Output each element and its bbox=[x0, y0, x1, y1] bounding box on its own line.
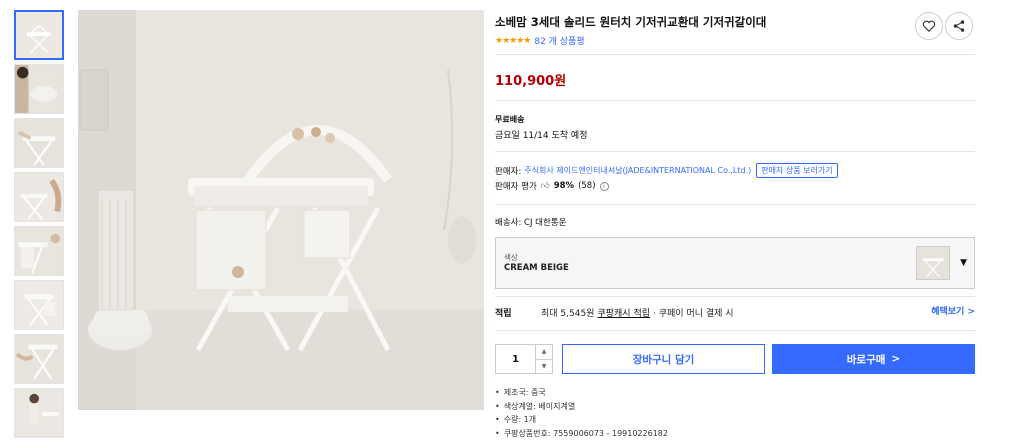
buy-now-label: 바로구매 bbox=[846, 353, 886, 366]
wishlist-button[interactable] bbox=[915, 12, 943, 40]
coupang-cash-link[interactable]: 쿠팡캐시 적립 bbox=[597, 306, 650, 319]
quantity-increase-button[interactable]: ▲ bbox=[536, 345, 552, 359]
list-item: 수량: 1개 bbox=[495, 413, 668, 427]
share-icon bbox=[953, 20, 965, 32]
thumbnail-1[interactable] bbox=[14, 10, 64, 60]
main-product-image bbox=[78, 10, 484, 410]
list-item: 쿠팡상품번호: 7559006073 - 19910226182 bbox=[495, 427, 668, 441]
reward-amount: 최대 5,545원 bbox=[541, 308, 595, 319]
benefit-link[interactable]: 혜택보기 > bbox=[931, 304, 975, 317]
add-to-cart-button[interactable]: 장바구니 담기 bbox=[562, 344, 765, 374]
heart-icon bbox=[922, 20, 936, 33]
divider bbox=[495, 100, 975, 101]
quantity-input[interactable]: 1 bbox=[496, 345, 536, 373]
reward-title: 적립 bbox=[495, 308, 512, 319]
sale-price: 110,900원 bbox=[495, 74, 567, 89]
list-item: 색상계열: 베이지계열 bbox=[495, 400, 668, 414]
chevron-right-icon: > bbox=[891, 353, 901, 365]
reward-condition: · 쿠페이 머니 결제 시 bbox=[653, 308, 734, 319]
review-count-link[interactable]: 82 개 상품평 bbox=[534, 34, 584, 47]
thumbs-up-icon: 👍︎ bbox=[540, 181, 550, 191]
thumbnail-4[interactable] bbox=[14, 172, 64, 222]
rating-row: ★★★★★ 82 개 상품평 bbox=[495, 34, 585, 48]
divider bbox=[495, 296, 975, 297]
option-value: CREAM BEIGE bbox=[504, 263, 569, 273]
divider bbox=[495, 54, 975, 55]
spec-list: 제조국: 중국 색상계열: 베이지계열 수량: 1개 쿠팡상품번호: 75590… bbox=[495, 386, 668, 440]
seller-eval-label: 판매자 평가 bbox=[495, 182, 537, 192]
seller-eval-row: 판매자 평가 👍︎ 98% (58) i bbox=[495, 180, 609, 192]
share-button[interactable] bbox=[945, 12, 973, 40]
chevron-down-icon: ▼ bbox=[960, 258, 967, 268]
carrier-label: 배송사: bbox=[495, 218, 522, 228]
seller-products-button[interactable]: 판매자 상품 보러가기 bbox=[756, 163, 838, 178]
thumbnail-6[interactable] bbox=[14, 280, 64, 330]
thumbnail-7[interactable] bbox=[14, 334, 64, 384]
buy-now-button[interactable]: 바로구매 > bbox=[772, 344, 975, 374]
thumbnail-2[interactable] bbox=[14, 64, 64, 114]
thumbnail-list bbox=[14, 10, 66, 442]
seller-eval-value: 98% bbox=[553, 181, 575, 191]
quantity-stepper[interactable]: 1 ▲ ▼ bbox=[495, 344, 553, 374]
seller-label: 판매자: bbox=[495, 166, 522, 177]
product-title: 소베맘 3세대 솔리드 원터치 기저귀교환대 기저귀갈이대 bbox=[495, 15, 767, 29]
carrier-name: CJ 대한통운 bbox=[524, 218, 567, 228]
thumbnail-3[interactable] bbox=[14, 118, 64, 168]
thumbnail-5[interactable] bbox=[14, 226, 64, 276]
star-rating: ★★★★★ bbox=[495, 35, 531, 46]
divider bbox=[495, 330, 975, 331]
quantity-decrease-button[interactable]: ▼ bbox=[536, 358, 552, 374]
list-item: 제조국: 중국 bbox=[495, 386, 668, 400]
info-icon[interactable]: i bbox=[599, 181, 609, 191]
reward-row: 적립 최대 5,545원 쿠팡캐시 적립 · 쿠페이 머니 결제 시 혜택보기 … bbox=[495, 304, 975, 320]
seller-row: 판매자: 주식회사 제이드앤인터내셔날(JADE&INTERNATIONAL C… bbox=[495, 163, 838, 178]
divider bbox=[495, 204, 975, 205]
shipping-label: 무료배송 bbox=[495, 115, 525, 124]
option-thumbnail bbox=[916, 246, 950, 280]
seller-eval-count: (58) bbox=[578, 181, 596, 191]
option-label: 색상 bbox=[504, 253, 518, 262]
divider bbox=[495, 151, 975, 152]
thumbnail-8[interactable] bbox=[14, 388, 64, 438]
carrier-row: 배송사: CJ 대한통운 bbox=[495, 216, 566, 228]
arrival-date: 금요일 11/14 도착 예정 bbox=[495, 131, 588, 141]
seller-name-link[interactable]: 주식회사 제이드앤인터내셔날(JADE&INTERNATIONAL Co.,Lt… bbox=[524, 165, 751, 176]
color-option-select[interactable]: 색상 CREAM BEIGE ▼ bbox=[495, 237, 975, 289]
